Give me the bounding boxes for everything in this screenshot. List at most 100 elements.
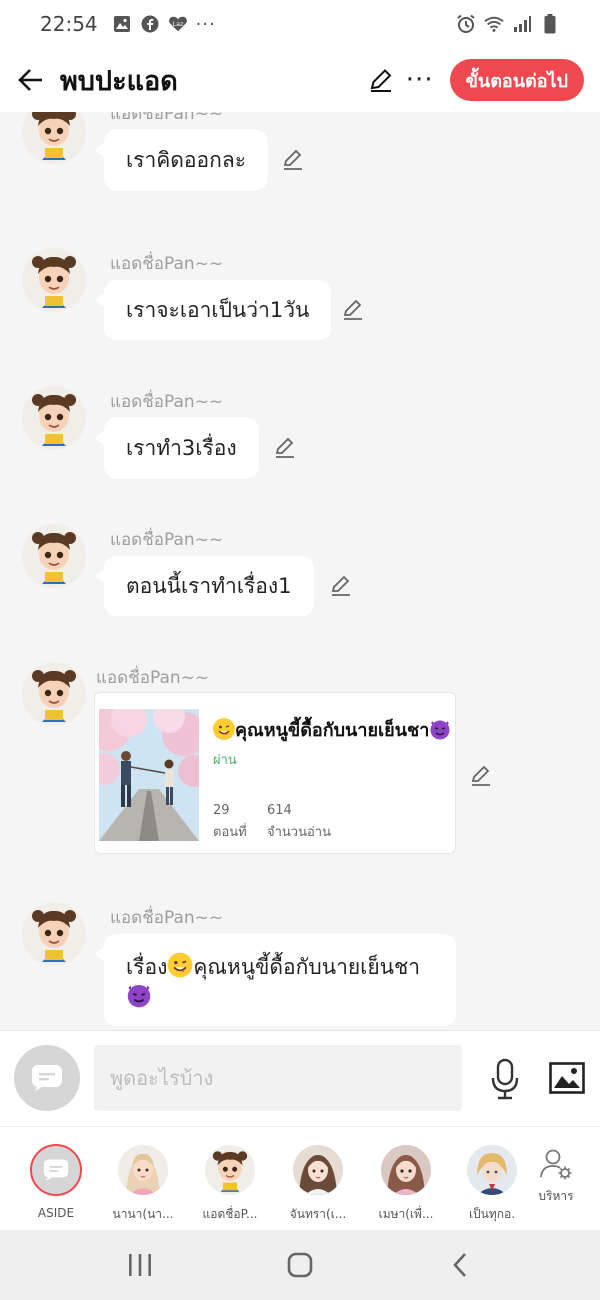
- chat-message: แอดชื่อPan~~ ตอนนี้เราทำเรื่อง1: [0, 514, 600, 634]
- character-name: นานา(นา...: [112, 1207, 174, 1221]
- devil-face-emoji-icon: [126, 982, 152, 1008]
- message-bubble[interactable]: เราคิดออกละ: [93, 130, 269, 190]
- edit-button[interactable]: [366, 65, 396, 95]
- chat-message: แอดชื่อPan~~ เรื่อง คุณหนูขี้ดื้อกับนายเ…: [0, 892, 600, 1030]
- read-label: จำนวนอ่าน: [267, 825, 331, 840]
- chat-bubble-icon: [43, 1159, 69, 1181]
- home-button[interactable]: [280, 1245, 320, 1285]
- image-upload-button[interactable]: [548, 1061, 586, 1095]
- read-count: 614: [267, 803, 292, 818]
- microphone-icon: [491, 1058, 519, 1100]
- chat-message: แอดชื่อPan~~ เราคิดออกละ: [0, 112, 600, 220]
- recent-apps-button[interactable]: [120, 1245, 160, 1285]
- page-title: พบปะแอด: [60, 65, 178, 97]
- sender-name: แอดชื่อPan~~: [110, 254, 224, 274]
- chat-messages[interactable]: แอดชื่อPan~~ เราคิดออกละ แอดชื่อPan~~ เร…: [0, 112, 600, 1030]
- chat-message: แอดชื่อPan~~ เราจะเอาเป็นว่า1วัน: [0, 238, 600, 358]
- status-time: 22:54: [40, 12, 98, 36]
- avatar[interactable]: [22, 902, 86, 966]
- devil-face-emoji-icon: [429, 718, 451, 740]
- next-step-button[interactable]: ขั้นตอนต่อไป: [449, 59, 584, 101]
- episode-label: ตอนที่: [213, 825, 247, 840]
- character-item[interactable]: จันทรา(เ...: [278, 1145, 358, 1224]
- edit-message-button[interactable]: [340, 296, 366, 322]
- message-bubble[interactable]: เรื่อง คุณหนูขี้ดื้อกับนายเย็นชา: [94, 934, 456, 1026]
- story-card[interactable]: คุณหนูขี้ดื้อกับนายเย็นชา ผ่าน 29 ตอนที่…: [94, 692, 456, 854]
- pencil-icon: [283, 149, 302, 170]
- character-name: แอดชื่อP...: [202, 1207, 258, 1221]
- avatar[interactable]: [22, 248, 86, 312]
- avatar[interactable]: [22, 112, 86, 164]
- sender-name: แอดชื่อPan~~: [110, 112, 224, 124]
- character-item[interactable]: เมษา(เพื่...: [366, 1145, 446, 1224]
- aside-avatar: [30, 1144, 82, 1196]
- avatar: [381, 1145, 431, 1195]
- avatar[interactable]: [22, 524, 86, 588]
- manage-characters-button[interactable]: บริหาร: [520, 1147, 592, 1206]
- system-icons: [456, 14, 560, 34]
- message-text-main: คุณหนูขี้ดื้อกับนายเย็นชา: [193, 955, 421, 979]
- character-aside[interactable]: ASIDE: [16, 1144, 96, 1220]
- character-name: เป็นทุกอ.: [468, 1207, 516, 1221]
- character-name: ASIDE: [37, 1206, 75, 1220]
- image-icon: [549, 1062, 585, 1094]
- more-options-button[interactable]: ···: [406, 67, 434, 93]
- sender-name: แอดชื่อPan~~: [96, 668, 210, 688]
- avatar: [293, 1145, 343, 1195]
- system-back-button[interactable]: [440, 1245, 480, 1285]
- system-navigation-bar: [0, 1230, 600, 1300]
- character-item[interactable]: นานา(นา...: [103, 1145, 183, 1224]
- message-bubble[interactable]: ตอนนี้เราทำเรื่อง1: [94, 556, 314, 616]
- home-icon: [287, 1252, 313, 1278]
- sender-name: แอดชื่อPan~~: [110, 530, 224, 550]
- winking-face-emoji-icon: [213, 718, 235, 740]
- lazada-text: Laz: [172, 21, 183, 28]
- winking-face-emoji-icon: [167, 952, 193, 978]
- wifi-icon: [484, 14, 504, 34]
- more-notifications-icon: ···: [195, 13, 216, 35]
- gallery-icon: [112, 14, 132, 34]
- voice-input-button[interactable]: [488, 1057, 522, 1101]
- chat-message: แอดชื่อPan~~ เราทำ3เรื่อง: [0, 376, 600, 496]
- top-app-bar: พบปะแอด ··· ขั้นตอนต่อไป: [0, 48, 600, 112]
- chevron-left-icon: [453, 1253, 466, 1277]
- sender-name: แอดชื่อPan~~: [110, 392, 224, 412]
- lazada-icon: Laz: [168, 14, 188, 34]
- message-bubble[interactable]: เราทำ3เรื่อง: [94, 418, 259, 478]
- user-settings-icon: [540, 1149, 572, 1180]
- edit-message-button[interactable]: [328, 572, 354, 598]
- story-title-text: คุณหนูขี้ดื้อกับนายเย็นชา: [235, 720, 430, 741]
- avatar[interactable]: [22, 662, 86, 726]
- message-bubble[interactable]: เราจะเอาเป็นว่า1วัน: [93, 280, 332, 340]
- message-composer: [0, 1030, 600, 1126]
- battery-icon: [540, 14, 560, 34]
- pencil-icon: [331, 575, 350, 596]
- story-title: คุณหนูขี้ดื้อกับนายเย็นชา: [213, 715, 451, 744]
- notification-icons: Laz ···: [112, 14, 216, 35]
- pencil-icon: [370, 69, 392, 92]
- pencil-icon: [275, 437, 294, 458]
- aside-toggle-button[interactable]: [14, 1045, 80, 1111]
- character-selector: ASIDE นานา(นา... แอดชื่อP... จันทรา(เ...…: [0, 1126, 600, 1230]
- edit-message-button[interactable]: [468, 762, 494, 788]
- pencil-icon: [343, 299, 362, 320]
- status-bar: 22:54 Laz ···: [0, 0, 600, 48]
- edit-message-button[interactable]: [280, 146, 306, 172]
- edit-message-button[interactable]: [272, 434, 298, 460]
- character-name: จันทรา(เ...: [289, 1207, 347, 1221]
- alarm-icon: [456, 14, 476, 34]
- manage-label: บริหาร: [538, 1189, 574, 1203]
- story-cover-image: [99, 709, 199, 841]
- story-status: ผ่าน: [213, 753, 237, 768]
- avatar: [467, 1145, 517, 1195]
- character-item[interactable]: แอดชื่อP...: [190, 1145, 270, 1224]
- episode-count: 29: [213, 803, 230, 818]
- message-input[interactable]: [94, 1045, 462, 1111]
- back-button[interactable]: [16, 65, 46, 95]
- avatar[interactable]: [22, 386, 86, 450]
- chat-bubble-icon: [32, 1065, 62, 1091]
- avatar: [205, 1145, 255, 1195]
- character-name: เมษา(เพื่...: [378, 1207, 434, 1221]
- recent-apps-icon: [129, 1254, 151, 1276]
- facebook-icon: [140, 14, 160, 34]
